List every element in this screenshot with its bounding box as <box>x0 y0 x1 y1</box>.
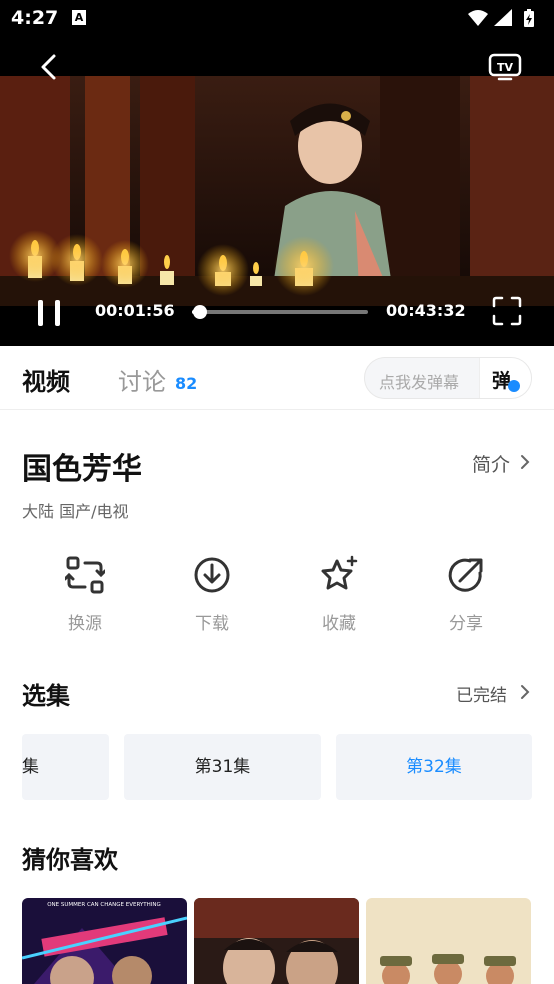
tab-video[interactable]: 视频 <box>22 362 70 397</box>
action-row: 换源 下载 收藏 分享 <box>0 555 554 635</box>
episode-item-active[interactable]: 第32集 <box>336 734 532 800</box>
notification-icon: A <box>72 10 86 25</box>
download-icon <box>194 557 230 593</box>
poster-image: ONE SUMMER CAN CHANGE EVERYTHING <box>22 898 187 984</box>
danmu-check-icon <box>508 380 520 392</box>
danmu-toggle-button[interactable]: 弹 <box>479 358 531 398</box>
favorite-star-icon <box>321 555 358 590</box>
tv-cast-icon[interactable]: TV <box>488 52 522 82</box>
favorite-button[interactable]: 收藏 <box>299 555 379 635</box>
download-button[interactable]: 下载 <box>172 555 252 635</box>
intro-link[interactable]: 简介 <box>472 450 510 477</box>
duration-time: 00:43:32 <box>386 301 466 320</box>
show-meta: 大陆 国产/电视 <box>22 502 129 521</box>
episodes-status[interactable]: 已完结 <box>456 681 507 706</box>
switch-source-icon <box>65 556 105 594</box>
danmu-bar: 点我发弹幕 弹 <box>364 357 532 399</box>
recommend-poster[interactable] <box>194 898 359 984</box>
episode-item[interactable]: 第31集 <box>124 734 321 800</box>
episode-item[interactable]: 集 <box>22 734 109 800</box>
poster-image <box>366 898 531 984</box>
episodes-title: 选集 <box>22 682 70 710</box>
video-player[interactable]: TV 00:01:56 00:43:32 <box>0 36 554 346</box>
video-frame <box>0 76 554 306</box>
current-time: 00:01:56 <box>95 301 175 320</box>
svg-text:TV: TV <box>497 61 514 74</box>
pause-icon[interactable] <box>34 298 64 328</box>
poster-image <box>194 898 359 984</box>
chevron-right-icon[interactable] <box>518 452 532 472</box>
progress-handle[interactable] <box>192 305 207 319</box>
switch-source-label: 换源 <box>68 614 102 634</box>
fullscreen-icon[interactable] <box>492 296 522 326</box>
signal-icon <box>494 9 512 26</box>
status-bar: 4:27 A <box>0 0 554 36</box>
recommend-poster[interactable] <box>366 898 531 984</box>
status-time: 4:27 <box>11 7 59 29</box>
tab-discussion[interactable]: 讨论 <box>118 362 166 397</box>
progress-bar[interactable] <box>192 305 368 319</box>
switch-source-button[interactable]: 换源 <box>45 555 125 635</box>
favorite-label: 收藏 <box>322 614 356 634</box>
download-label: 下载 <box>195 614 229 634</box>
recommend-poster[interactable]: ONE SUMMER CAN CHANGE EVERYTHING <box>22 898 187 984</box>
wifi-icon <box>468 10 488 26</box>
share-icon <box>448 558 483 592</box>
poster-tagline: ONE SUMMER CAN CHANGE EVERYTHING <box>47 902 161 908</box>
battery-icon <box>524 9 534 27</box>
discussion-count-badge: 82 <box>175 374 198 393</box>
danmu-input[interactable]: 点我发弹幕 <box>379 369 459 393</box>
chevron-right-icon[interactable] <box>518 682 532 702</box>
show-title: 国色芳华 <box>22 452 142 487</box>
share-button[interactable]: 分享 <box>426 555 506 635</box>
back-icon[interactable] <box>36 52 62 82</box>
recommend-title: 猜你喜欢 <box>22 846 118 874</box>
status-icons <box>468 9 534 27</box>
share-label: 分享 <box>449 614 483 634</box>
content-tabs: 视频 讨论 82 点我发弹幕 弹 <box>0 346 554 410</box>
